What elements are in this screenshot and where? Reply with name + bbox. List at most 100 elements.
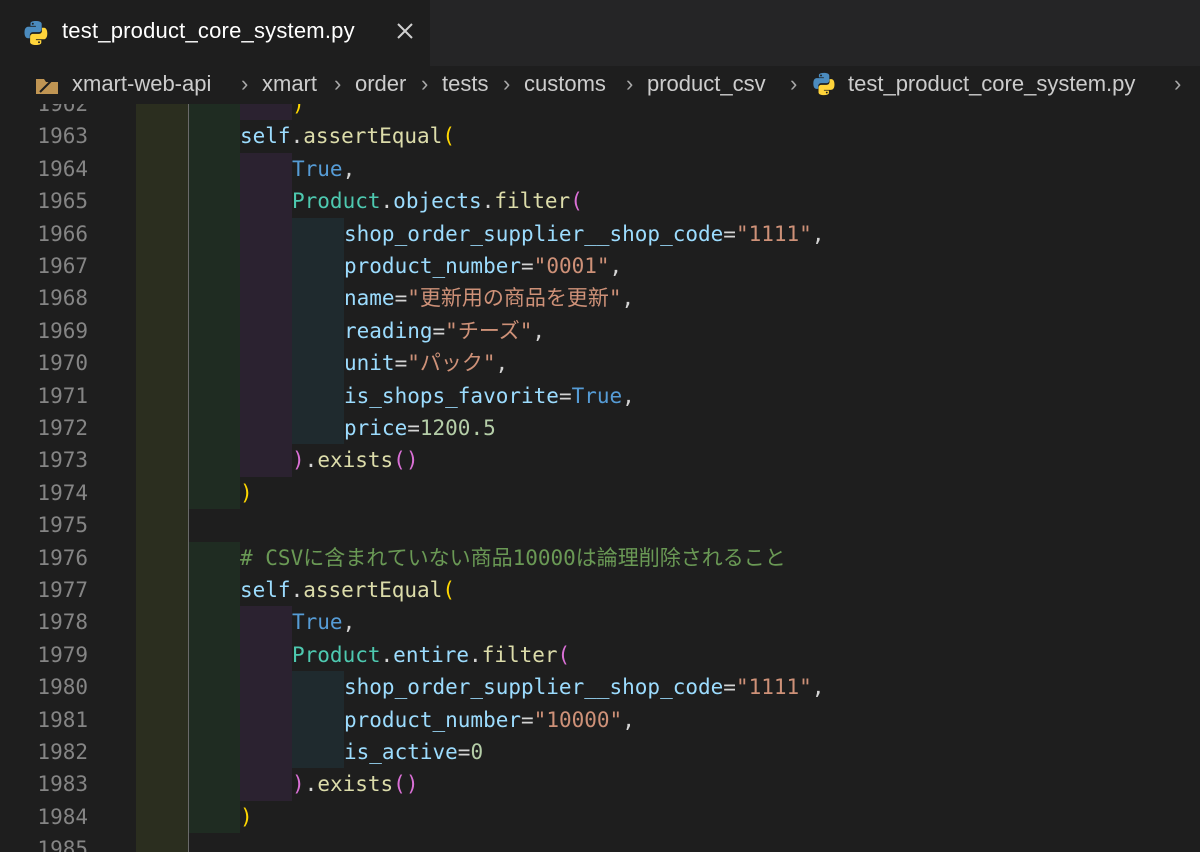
- tab-test-product-core-system[interactable]: test_product_core_system.py: [0, 0, 430, 66]
- code-line[interactable]: 1969 reading="チーズ",: [0, 314, 1200, 348]
- code-line[interactable]: 1975: [0, 509, 1200, 542]
- breadcrumb-item-product-csv[interactable]: product_csv: [647, 71, 766, 97]
- code-token: "更新用の商品を更新": [407, 286, 622, 311]
- breadcrumb-separator: ›: [626, 71, 634, 96]
- code-token: ): [240, 804, 253, 829]
- line-number: 1981: [37, 707, 88, 732]
- code-line[interactable]: 1978 True,: [0, 606, 1200, 639]
- breadcrumb-item-xmart[interactable]: xmart: [262, 71, 317, 97]
- code-line[interactable]: 1983 ).exists(): [0, 768, 1200, 801]
- code-line[interactable]: 1970 unit="パック",: [0, 347, 1200, 380]
- code-token: .: [380, 189, 394, 214]
- indent-guide: [292, 282, 344, 315]
- code-line[interactable]: 1972 price=1200.5: [0, 412, 1200, 445]
- code-token: =: [394, 351, 408, 376]
- indent-guide: [240, 379, 292, 412]
- indent-guide: [188, 217, 240, 250]
- code-text: ): [240, 477, 253, 509]
- line-number: 1972: [37, 416, 88, 440]
- code-token: exists: [317, 772, 394, 797]
- code-line[interactable]: 1966 shop_order_supplier__shop_code="1111…: [0, 217, 1200, 250]
- code-token: (: [442, 578, 455, 602]
- indent-guide: [136, 104, 188, 121]
- code-token: ,: [495, 351, 509, 376]
- code-token: =: [521, 254, 534, 278]
- indent-guide: [240, 412, 292, 445]
- line-number: 1966: [37, 221, 88, 246]
- code-token: ,: [621, 286, 635, 311]
- code-line[interactable]: 1980 shop_order_supplier__shop_code="1111…: [0, 671, 1200, 704]
- code-token: ,: [622, 707, 635, 732]
- breadcrumb-separator: ›: [241, 71, 249, 96]
- line-number: 1964: [37, 156, 88, 181]
- indent-guide: [136, 574, 188, 607]
- code-text: ): [292, 104, 305, 120]
- indent-guide: [136, 444, 188, 477]
- code-token: shop_order_supplier__shop_code: [344, 675, 724, 700]
- code-token: .: [304, 772, 318, 797]
- breadcrumb-item-root[interactable]: xmart-web-api: [72, 71, 211, 97]
- code-token: =: [394, 286, 408, 311]
- code-line[interactable]: 1963 self.assertEqual(: [0, 120, 1200, 153]
- indent-guide: [188, 379, 240, 412]
- indent-guide-line: [188, 185, 189, 218]
- breadcrumb-separator: ›: [790, 71, 798, 96]
- code-line[interactable]: 1976 # CSVに含まれていない商品10000は論理削除されること: [0, 541, 1200, 574]
- code-token: entire: [393, 642, 470, 667]
- code-line[interactable]: 1984): [0, 800, 1200, 834]
- code-line[interactable]: 1981 product_number="10000",: [0, 703, 1200, 736]
- code-token: filter: [494, 189, 571, 214]
- indent-guide-line: [188, 509, 189, 542]
- code-token: =: [723, 221, 736, 246]
- code-text: ): [240, 801, 253, 833]
- code-line[interactable]: 1971 is_shops_favorite=True,: [0, 379, 1200, 412]
- breadcrumb: xmart-web-api › xmart › order › tests › …: [0, 66, 1200, 104]
- code-line[interactable]: 1982 is_active=0: [0, 736, 1200, 769]
- code-editor[interactable]: 1962) 1963 self.assertEqual(1964 True, 1965 P…: [0, 104, 1200, 852]
- indent-guide: [136, 314, 188, 348]
- code-text: True,: [292, 153, 355, 185]
- indent-guide: [240, 703, 292, 736]
- code-line[interactable]: 1962): [0, 104, 1200, 121]
- indent-guide: [136, 250, 188, 283]
- code-line[interactable]: 1977 self.assertEqual(: [0, 574, 1200, 607]
- code-line[interactable]: 1964 True,: [0, 152, 1200, 186]
- code-token: True: [571, 383, 623, 408]
- code-token: shop_order_supplier__shop_code: [344, 221, 724, 246]
- indent-guide-line: [188, 800, 189, 834]
- indent-guide-line: [188, 120, 189, 153]
- code-token: ): [292, 448, 305, 473]
- code-line[interactable]: 1965 Product.objects.filter(: [0, 185, 1200, 218]
- breadcrumb-separator: ›: [1174, 71, 1182, 96]
- code-line[interactable]: 1979 Product.entire.filter(: [0, 638, 1200, 672]
- code-text: product_number="0001",: [344, 250, 622, 282]
- code-token: ,: [622, 383, 635, 408]
- code-line[interactable]: 1968 name="更新用の商品を更新",: [0, 282, 1200, 315]
- indent-guide-line: [188, 736, 189, 769]
- code-token: =: [432, 318, 446, 343]
- breadcrumb-item-file[interactable]: test_product_core_system.py: [848, 71, 1135, 97]
- code-line[interactable]: 1973).exists(): [0, 444, 1200, 477]
- breadcrumb-item-customs[interactable]: customs: [524, 71, 606, 97]
- code-token: ,: [811, 221, 825, 246]
- code-line[interactable]: 1967 product_number="0001",: [0, 250, 1200, 283]
- indent-guide: [188, 152, 240, 186]
- code-token: .: [304, 448, 318, 473]
- code-token: .: [290, 578, 304, 602]
- indent-guide: [136, 703, 188, 736]
- close-icon[interactable]: [394, 20, 416, 42]
- breadcrumb-item-tests[interactable]: tests: [442, 71, 488, 97]
- code-token: .: [380, 642, 394, 667]
- code-line[interactable]: 1985: [0, 833, 1200, 852]
- indent-guide-line: [188, 671, 189, 704]
- code-token: reading: [344, 318, 433, 343]
- code-text: ).exists(): [292, 768, 418, 800]
- line-number: 1983: [37, 772, 88, 797]
- indent-guide-line: [188, 412, 189, 445]
- code-line[interactable]: 1974): [0, 476, 1200, 510]
- code-text: is_shops_favorite=True,: [344, 380, 635, 412]
- line-number: 1980: [37, 675, 88, 700]
- indent-guide: [136, 509, 188, 542]
- breadcrumb-item-order[interactable]: order: [355, 71, 406, 97]
- indent-guide-line: [188, 282, 189, 315]
